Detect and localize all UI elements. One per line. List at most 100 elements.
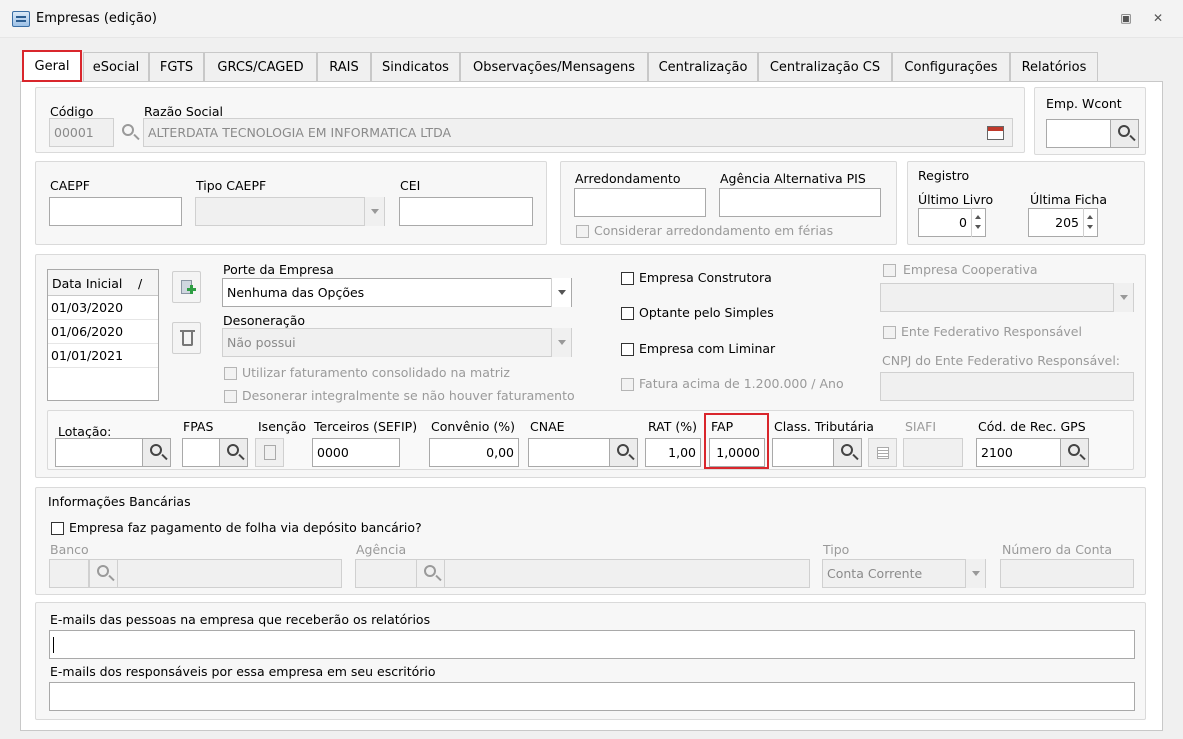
calendar-icon[interactable] [987, 126, 1004, 140]
deposito-checkbox[interactable] [51, 522, 64, 535]
cooperativa-checkbox[interactable] [883, 264, 896, 277]
chevron-down-icon[interactable] [1113, 283, 1133, 312]
cei-label: CEI [400, 178, 421, 193]
chevron-down-icon[interactable] [551, 278, 571, 307]
list-item[interactable]: 01/01/2021 [48, 344, 158, 368]
codigo-input[interactable]: 00001 [49, 118, 114, 147]
list-item[interactable]: 01/06/2020 [48, 320, 158, 344]
tab-label: Relatórios [1021, 60, 1087, 75]
tab-relatorios[interactable]: Relatórios [1010, 52, 1098, 82]
tab-label: Centralização CS [769, 60, 881, 75]
tab-centralizacao-cs[interactable]: Centralização CS [758, 52, 892, 82]
ente-federativo-label: Ente Federativo Responsável [901, 324, 1082, 339]
plus-bar [190, 285, 193, 294]
tab-grcs-caged[interactable]: GRCS/CAGED [204, 52, 317, 82]
search-icon [617, 444, 629, 456]
banco-input[interactable] [49, 559, 89, 588]
banco-search-button[interactable] [89, 559, 118, 588]
desoneracao-select[interactable]: Não possui [222, 328, 572, 357]
cooperativa-select[interactable] [880, 283, 1134, 312]
class-tributaria-label: Class. Tributária [774, 419, 874, 434]
document-icon [264, 445, 276, 460]
lotacao-search-button[interactable] [142, 438, 171, 467]
desonerar-integral-checkbox[interactable] [224, 390, 237, 403]
cnae-search-button[interactable] [609, 438, 638, 467]
restore-icon[interactable]: ▣ [1118, 10, 1134, 26]
ultima-ficha-label: Última Ficha [1030, 192, 1108, 207]
banco-name-input[interactable] [117, 559, 342, 588]
spinner-icon[interactable] [1083, 208, 1097, 237]
terceiros-input[interactable]: 0000 [312, 438, 400, 467]
search-icon [424, 565, 436, 577]
tab-configuracoes[interactable]: Configurações [892, 52, 1010, 82]
simples-label: Optante pelo Simples [639, 305, 774, 320]
cei-input[interactable] [399, 197, 533, 226]
tab-label: eSocial [92, 60, 140, 75]
codigo-search-button[interactable] [114, 118, 142, 147]
fpas-search-button[interactable] [219, 438, 248, 467]
class-tributaria-input[interactable] [772, 438, 834, 467]
agencia-input[interactable] [355, 559, 417, 588]
spinner-icon[interactable] [971, 208, 985, 237]
agencia-pis-input[interactable] [719, 188, 881, 217]
class-tributaria-list-button[interactable] [868, 438, 897, 467]
porte-select[interactable]: Nenhuma das Opções [222, 278, 572, 307]
tab-rais[interactable]: RAIS [317, 52, 371, 82]
search-icon [1068, 444, 1080, 456]
caepf-input[interactable] [49, 197, 182, 226]
agencia-name-input[interactable] [444, 559, 810, 588]
razao-social-input[interactable]: ALTERDATA TECNOLOGIA EM INFORMATICA LTDA [143, 118, 1013, 147]
registro-title: Registro [918, 168, 970, 183]
codigo-label: Código [50, 104, 94, 119]
simples-checkbox[interactable] [621, 307, 634, 320]
add-date-button[interactable] [172, 271, 201, 303]
chevron-down-icon[interactable] [551, 328, 571, 357]
porte-label: Porte da Empresa [223, 262, 334, 277]
emp-wcont-input[interactable] [1046, 119, 1111, 148]
emails-escritorio-input[interactable] [49, 682, 1135, 711]
close-icon[interactable]: ✕ [1150, 10, 1166, 26]
tab-fgts[interactable]: FGTS [149, 52, 204, 82]
convenio-input[interactable]: 0,00 [429, 438, 519, 467]
numero-conta-input[interactable] [1000, 559, 1134, 588]
construtora-checkbox[interactable] [621, 272, 634, 285]
siafi-input[interactable] [903, 438, 963, 467]
ente-federativo-checkbox[interactable] [883, 326, 896, 339]
list-icon [877, 447, 889, 459]
cnpj-ente-label: CNPJ do Ente Federativo Responsável: [882, 353, 1121, 368]
class-tributaria-search-button[interactable] [833, 438, 862, 467]
tab-esocial[interactable]: eSocial [83, 52, 149, 82]
cnae-input[interactable] [528, 438, 610, 467]
emp-wcont-search-button[interactable] [1110, 119, 1139, 148]
tab-sindicatos[interactable]: Sindicatos [371, 52, 460, 82]
fap-input[interactable]: 1,0000 [709, 438, 765, 467]
window-title: Empresas (edição) [36, 11, 157, 26]
date-list-header[interactable]: Data Inicial / [48, 270, 158, 296]
liminar-checkbox[interactable] [621, 343, 634, 356]
delete-date-button[interactable] [172, 322, 201, 354]
tab-geral[interactable]: Geral [22, 50, 82, 82]
tab-observacoes[interactable]: Observações/Mensagens [460, 52, 648, 82]
siafi-label: SIAFI [905, 419, 937, 434]
tipo-conta-select[interactable]: Conta Corrente [822, 559, 986, 588]
cnae-label: CNAE [530, 419, 565, 434]
list-item[interactable]: 01/03/2020 [48, 296, 158, 320]
fpas-input[interactable] [182, 438, 220, 467]
fatura-acima-checkbox[interactable] [621, 378, 634, 391]
agencia-search-button[interactable] [416, 559, 445, 588]
tipo-caepf-select[interactable] [195, 197, 385, 226]
lotacao-input[interactable] [55, 438, 143, 467]
gps-input[interactable]: 2100 [976, 438, 1061, 467]
rat-input[interactable]: 1,00 [645, 438, 701, 467]
agencia-label: Agência [356, 542, 407, 557]
isencao-button[interactable] [255, 438, 284, 467]
gps-search-button[interactable] [1060, 438, 1089, 467]
emails-empresa-input[interactable] [49, 630, 1135, 659]
arredondamento-input[interactable] [574, 188, 706, 217]
cnpj-ente-input[interactable] [880, 372, 1134, 401]
chevron-down-icon[interactable] [965, 559, 985, 588]
faturamento-consolidado-checkbox[interactable] [224, 367, 237, 380]
chevron-down-icon[interactable] [364, 197, 384, 226]
tab-centralizacao[interactable]: Centralização [648, 52, 758, 82]
considerar-arredondamento-checkbox[interactable] [576, 225, 589, 238]
